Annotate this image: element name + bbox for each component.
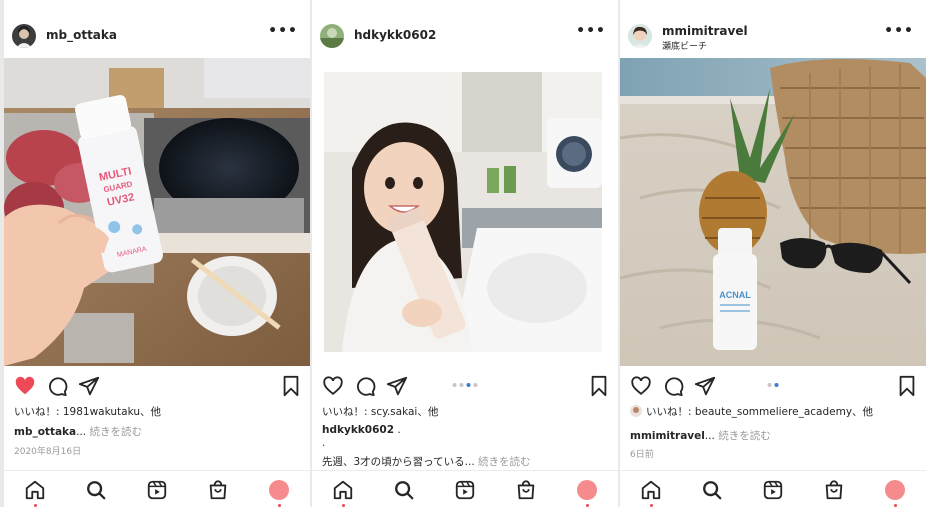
caption: mb_ottaka... 続きを読む	[14, 424, 142, 439]
more-options-icon[interactable]: •••	[576, 24, 606, 38]
profile-avatar[interactable]	[269, 480, 289, 500]
caption-text: 先週、3才の頃から習っている...	[322, 456, 475, 468]
home-icon[interactable]	[24, 479, 46, 501]
more-options-icon[interactable]: •••	[268, 24, 298, 38]
post-panel-2: hdkykk0602 ••• いいね！: scy.sakai、他 hdkykk0…	[312, 0, 618, 507]
avatar-image	[12, 24, 36, 48]
post-image[interactable]	[312, 58, 618, 366]
post-actions	[4, 373, 310, 399]
avatar-image	[628, 24, 652, 48]
share-icon[interactable]	[694, 375, 716, 397]
post-image[interactable]: ACNAL	[620, 58, 926, 366]
comment-icon[interactable]	[46, 375, 68, 397]
caption-username[interactable]: hdkykk0602	[322, 424, 394, 436]
profile-avatar[interactable]	[885, 480, 905, 500]
share-icon[interactable]	[386, 375, 408, 397]
bottom-nav	[620, 470, 926, 507]
photo-child-cream	[324, 72, 602, 352]
search-icon[interactable]	[393, 479, 415, 501]
reels-icon[interactable]	[454, 479, 476, 501]
likes-text[interactable]: いいね！: 1981wakutaku、他	[14, 404, 161, 419]
photo-beach-bottle: ACNAL	[620, 58, 926, 366]
post-date: 6日前	[630, 450, 654, 460]
carousel-indicator	[452, 383, 478, 387]
post-image[interactable]: MULTI GUARD UV32 MANARA	[4, 58, 310, 366]
carousel-indicator	[767, 383, 779, 387]
username[interactable]: hdkykk0602	[354, 28, 436, 42]
bottom-nav	[4, 470, 310, 507]
read-more-link[interactable]: 続きを読む	[478, 456, 531, 468]
post-date: 2020年8月16日	[14, 447, 82, 457]
shop-icon[interactable]	[515, 479, 537, 501]
more-options-icon[interactable]: •••	[884, 24, 914, 38]
carousel-dot	[767, 383, 772, 387]
avatar[interactable]	[628, 24, 652, 48]
likes-text[interactable]: いいね！: beaute_sommeliere_academy、他	[646, 406, 873, 418]
carousel-dot	[473, 383, 478, 387]
comment-icon[interactable]	[354, 375, 376, 397]
search-icon[interactable]	[701, 479, 723, 501]
read-more-link[interactable]: 続きを読む	[89, 426, 142, 438]
comment-icon[interactable]	[662, 375, 684, 397]
avatar[interactable]	[12, 24, 36, 48]
location[interactable]: 瀬底ビーチ	[662, 39, 707, 52]
heart-filled-icon[interactable]	[14, 375, 36, 397]
bottom-nav	[312, 470, 618, 507]
bookmark-icon[interactable]	[588, 375, 610, 397]
avatar[interactable]	[320, 24, 344, 48]
post-header: mmimitravel 瀬底ビーチ •••	[620, 0, 926, 58]
caption-text: ...	[704, 430, 715, 442]
avatar-image	[320, 24, 344, 48]
reels-icon[interactable]	[146, 479, 168, 501]
carousel-dot	[459, 383, 464, 387]
liker-avatar[interactable]	[630, 405, 642, 417]
caption: hdkykk0602 .	[322, 424, 401, 436]
caption: mmimitravel... 続きを読む	[630, 428, 771, 443]
profile-avatar[interactable]	[577, 480, 597, 500]
caption-username[interactable]: mb_ottaka	[14, 426, 76, 438]
bookmark-icon[interactable]	[896, 375, 918, 397]
username[interactable]: mb_ottaka	[46, 28, 117, 42]
carousel-dot	[452, 383, 457, 387]
home-icon[interactable]	[332, 479, 354, 501]
caption-line: 先週、3才の頃から習っている... 続きを読む	[322, 454, 531, 469]
shop-icon[interactable]	[823, 479, 845, 501]
carousel-dot-active	[466, 383, 471, 387]
post-actions	[312, 373, 618, 399]
bookmark-icon[interactable]	[280, 375, 302, 397]
caption-text: ...	[76, 426, 87, 438]
username[interactable]: mmimitravel	[662, 24, 748, 38]
shop-icon[interactable]	[207, 479, 229, 501]
svg-text:ACNAL: ACNAL	[719, 290, 751, 300]
heart-icon[interactable]	[322, 375, 344, 397]
carousel-dot-active	[774, 383, 779, 387]
likes-row: いいね！: beaute_sommeliere_academy、他	[630, 404, 873, 419]
home-icon[interactable]	[640, 479, 662, 501]
photo-bbq-sunscreen: MULTI GUARD UV32 MANARA	[4, 58, 310, 366]
search-icon[interactable]	[85, 479, 107, 501]
heart-icon[interactable]	[630, 375, 652, 397]
post-header: mb_ottaka •••	[4, 0, 310, 58]
caption-username[interactable]: mmimitravel	[630, 430, 705, 442]
caption-line: .	[322, 437, 326, 449]
reels-icon[interactable]	[762, 479, 784, 501]
post-panel-3: mmimitravel 瀬底ビーチ ••• ACNAL いいね！: beaute…	[620, 0, 926, 507]
likes-text[interactable]: いいね！: scy.sakai、他	[322, 404, 438, 419]
read-more-link[interactable]: 続きを読む	[718, 430, 771, 442]
post-actions	[620, 373, 926, 399]
post-header: hdkykk0602 •••	[312, 0, 618, 58]
caption-text: .	[394, 424, 401, 436]
post-panel-1: mb_ottaka ••• MULTI GUARD UV32 MANARA いい…	[4, 0, 310, 507]
share-icon[interactable]	[78, 375, 100, 397]
